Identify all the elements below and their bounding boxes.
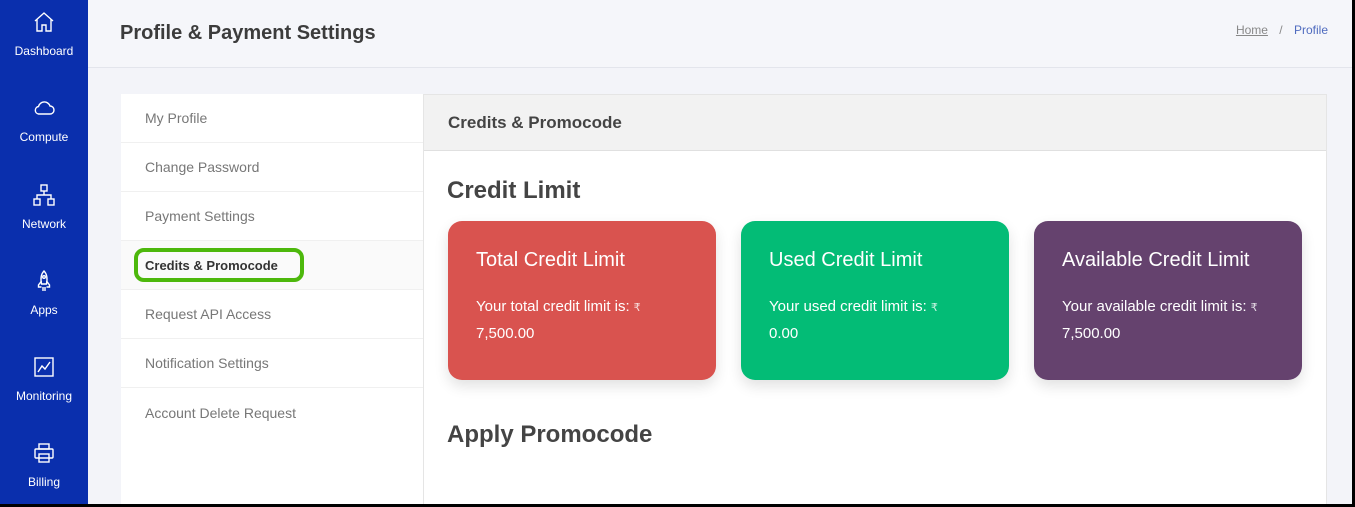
total-credit-card: Total Credit Limit Your total credit lim… (448, 221, 716, 380)
nav-billing[interactable]: Billing (0, 441, 88, 507)
menu-item-label: Credits & Promocode (145, 257, 278, 273)
rupee-symbol: ₹ (633, 302, 641, 314)
menu-item-payment-settings[interactable]: Payment Settings (121, 192, 423, 241)
apply-promocode-title: Apply Promocode (447, 421, 653, 448)
menu-item-label: Change Password (145, 159, 260, 175)
breadcrumb: Home / Profile (1236, 23, 1328, 37)
card-title: Used Credit Limit (769, 249, 923, 271)
nav-label: Monitoring (15, 389, 73, 403)
rocket-icon (32, 269, 56, 293)
card-text: Your used credit limit is: (769, 298, 927, 315)
menu-item-my-profile[interactable]: My Profile (121, 94, 423, 143)
page-header: Profile & Payment Settings Home / Profil… (88, 0, 1352, 68)
used-credit-card: Used Credit Limit Your used credit limit… (741, 221, 1009, 380)
card-amount: 7,500.00 (1062, 325, 1121, 342)
card-title: Total Credit Limit (476, 249, 625, 271)
menu-item-credits-promocode[interactable]: Credits & Promocode (121, 241, 423, 290)
nav-apps[interactable]: Apps (0, 269, 88, 349)
nav-monitoring[interactable]: Monitoring (0, 355, 88, 435)
card-amount: 7,500.00 (476, 325, 535, 342)
nav-dashboard[interactable]: Dashboard (0, 10, 88, 90)
menu-item-account-delete-request[interactable]: Account Delete Request (121, 388, 423, 437)
card-amount: 0.00 (769, 325, 799, 342)
chart-icon (32, 355, 56, 379)
cloud-icon (32, 96, 56, 120)
rupee-symbol: ₹ (1250, 302, 1258, 314)
nav-label: Network (21, 217, 66, 231)
nav-compute[interactable]: Compute (0, 96, 88, 176)
main-sidebar: Dashboard Compute Network Apps Monitorin… (0, 0, 88, 507)
rupee-symbol: ₹ (930, 302, 938, 314)
menu-item-label: My Profile (145, 110, 208, 126)
breadcrumb-current: Profile (1293, 23, 1328, 37)
printer-icon (32, 441, 56, 465)
menu-item-label: Account Delete Request (145, 404, 296, 421)
menu-item-change-password[interactable]: Change Password (121, 143, 423, 192)
menu-item-request-api-access[interactable]: Request API Access (121, 290, 423, 339)
breadcrumb-separator: / (1279, 23, 1283, 37)
nav-label: Billing (27, 475, 60, 489)
page-title: Profile & Payment Settings (120, 22, 376, 44)
card-body: Your total credit limit is: ₹ 7,500.00 (476, 294, 688, 347)
menu-item-label: Payment Settings (145, 208, 255, 224)
settings-menu: My Profile Change Password Payment Setti… (121, 94, 423, 507)
nav-label: Compute (19, 130, 69, 144)
card-body: Your available credit limit is: ₹ 7,500.0… (1062, 294, 1274, 347)
home-icon (32, 10, 56, 34)
network-icon (32, 183, 56, 207)
card-body: Your used credit limit is: ₹ 0.00 (769, 294, 981, 347)
menu-item-notification-settings[interactable]: Notification Settings (121, 339, 423, 388)
nav-label: Dashboard (14, 44, 74, 58)
breadcrumb-home-link[interactable]: Home (1236, 23, 1268, 37)
credit-limit-title: Credit Limit (447, 177, 581, 204)
nav-label: Apps (30, 303, 58, 317)
available-credit-card: Available Credit Limit Your available cr… (1034, 221, 1302, 380)
card-title: Available Credit Limit (1062, 249, 1250, 271)
menu-item-label: Notification Settings (145, 355, 269, 371)
card-text: Your total credit limit is: (476, 298, 630, 315)
credits-panel: Credits & Promocode Credit Limit Total C… (423, 94, 1327, 507)
panel-heading: Credits & Promocode (424, 95, 1326, 151)
card-text: Your available credit limit is: (1062, 298, 1247, 315)
nav-network[interactable]: Network (0, 183, 88, 263)
menu-item-label: Request API Access (145, 306, 272, 322)
